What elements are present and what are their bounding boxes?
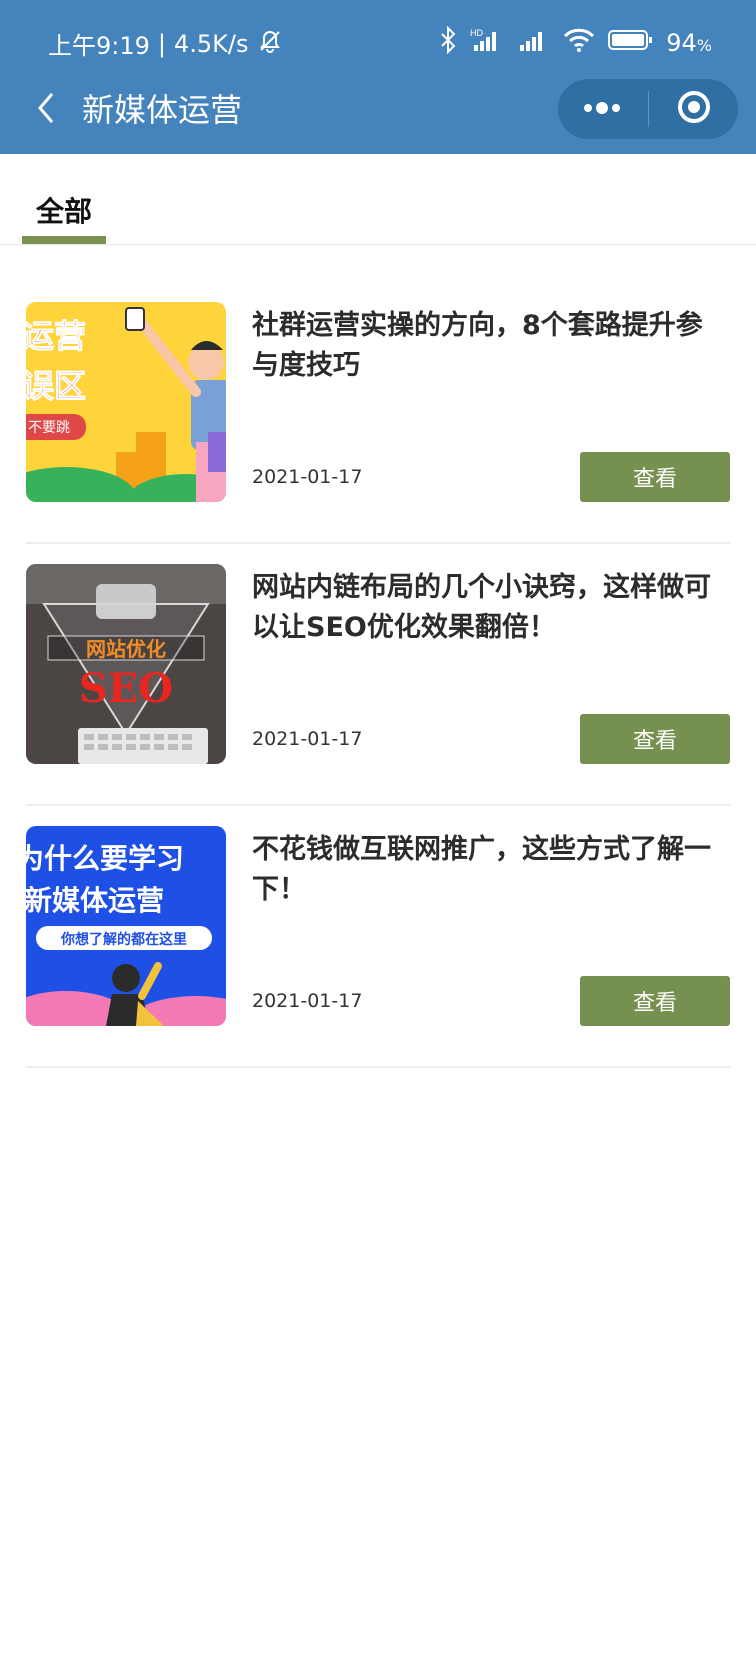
bell-off-icon bbox=[257, 28, 283, 60]
thumb-text-2: SEO bbox=[79, 665, 173, 712]
status-right: HD 94% bbox=[438, 25, 712, 60]
nav-bar: 新媒体运营 bbox=[0, 79, 756, 144]
thumb-text-3: 你想了解的都在这里 bbox=[60, 931, 187, 948]
signal-hd-icon: HD bbox=[470, 27, 506, 59]
article-thumbnail: 为什么要学习 新媒体运营 你想了解的都在这里 bbox=[26, 826, 226, 1026]
list-item[interactable]: 运营 误区 不要跳 社群运营实操的方向，8个套路提升参与度技巧 2021-01-… bbox=[26, 282, 730, 544]
thumb-text-1: 运营 bbox=[26, 317, 86, 355]
list-item[interactable]: 网站优化 SEO 网站内链布局的几个小诀窍，这样做可以让SEO优化效果翻倍！ 2… bbox=[26, 544, 730, 806]
article-title[interactable]: 社群运营实操的方向，8个套路提升参与度技巧 bbox=[252, 306, 712, 386]
svg-text:HD: HD bbox=[470, 28, 483, 38]
app-header: 上午9:19 | 4.5K/s HD 94% 新媒体运营 bbox=[0, 0, 756, 154]
close-mini-program-button[interactable] bbox=[650, 79, 738, 139]
thumb-text-2: 误区 bbox=[26, 367, 86, 405]
page-title: 新媒体运营 bbox=[82, 91, 243, 129]
battery-icon bbox=[608, 27, 654, 59]
battery-percent: 94% bbox=[666, 29, 712, 57]
article-title[interactable]: 网站内链布局的几个小诀窍，这样做可以让SEO优化效果翻倍！ bbox=[252, 568, 712, 648]
status-time: 上午9:19 bbox=[48, 32, 150, 60]
back-button[interactable] bbox=[26, 90, 66, 130]
article-thumbnail: 运营 误区 不要跳 bbox=[26, 302, 226, 502]
view-button[interactable]: 查看 bbox=[580, 714, 730, 764]
wifi-icon bbox=[562, 27, 596, 59]
thumb-text-3: 不要跳 bbox=[28, 420, 70, 436]
thumb-text-1: 网站优化 bbox=[86, 637, 166, 661]
thumb-text-2: 新媒体运营 bbox=[26, 884, 164, 917]
article-title[interactable]: 不花钱做互联网推广，这些方式了解一下！ bbox=[252, 830, 712, 910]
list-item[interactable]: 为什么要学习 新媒体运营 你想了解的都在这里 不花钱做互联网推广，这些方式了解一… bbox=[26, 806, 730, 1068]
mini-program-capsule bbox=[558, 79, 738, 139]
circle-target-icon bbox=[676, 89, 712, 129]
status-separator: | bbox=[157, 29, 166, 58]
more-button[interactable] bbox=[558, 79, 646, 139]
article-date: 2021-01-17 bbox=[252, 728, 363, 750]
article-date: 2021-01-17 bbox=[252, 990, 363, 1012]
article-date: 2021-01-17 bbox=[252, 466, 363, 488]
signal-icon bbox=[518, 27, 550, 59]
status-speed: 4.5K/s bbox=[174, 29, 249, 58]
category-tabs: 全部 bbox=[0, 154, 756, 245]
status-bar: 上午9:19 | 4.5K/s HD 94% bbox=[0, 18, 756, 66]
view-button[interactable]: 查看 bbox=[580, 976, 730, 1026]
thumb-text-1: 为什么要学习 bbox=[26, 842, 184, 875]
article-list: 运营 误区 不要跳 社群运营实操的方向，8个套路提升参与度技巧 2021-01-… bbox=[0, 282, 756, 1068]
view-button[interactable]: 查看 bbox=[580, 452, 730, 502]
tab-active-indicator bbox=[22, 236, 106, 244]
more-dots-icon bbox=[582, 100, 622, 119]
chevron-left-icon bbox=[34, 90, 58, 130]
bluetooth-icon bbox=[438, 25, 458, 60]
capsule-divider bbox=[647, 91, 649, 127]
status-left: 上午9:19 | 4.5K/s bbox=[48, 26, 283, 61]
article-thumbnail: 网站优化 SEO bbox=[26, 564, 226, 764]
